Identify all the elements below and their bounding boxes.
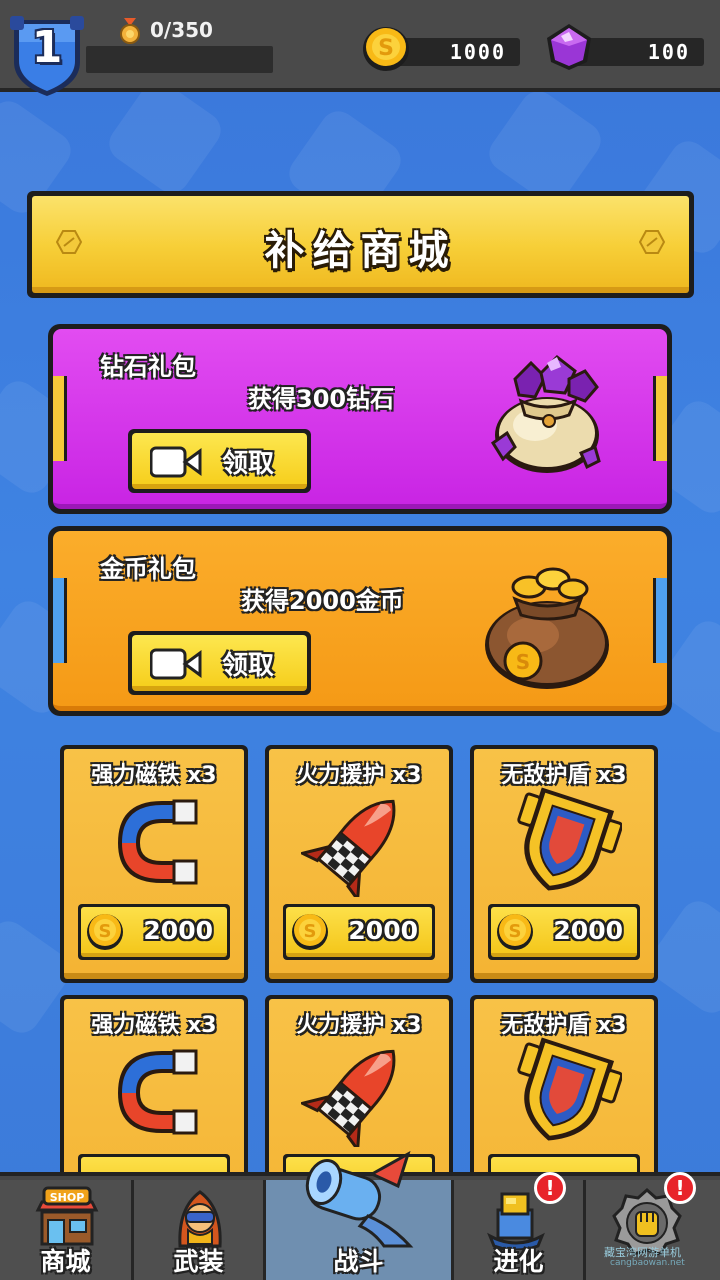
panel-right-tab bbox=[653, 376, 667, 461]
claim-button-label: 领取 bbox=[222, 449, 275, 479]
nav-tab-shop[interactable]: SHOP 商城 bbox=[0, 1180, 134, 1280]
item-price: 2000 bbox=[553, 916, 623, 945]
player-level: 1 bbox=[31, 22, 63, 73]
xp-progress-text: 0/350 bbox=[150, 18, 213, 42]
panel-left-tab bbox=[53, 376, 67, 461]
item-card-rocket[interactable]: 火力援护 x3 S 2000 bbox=[265, 745, 453, 983]
nav-tab-armory[interactable]: 武装 bbox=[134, 1180, 266, 1280]
claim-button-label: 领取 bbox=[222, 651, 275, 681]
top-bar: 1 0/350 1000 S 100 bbox=[0, 0, 720, 96]
battle-icon bbox=[305, 1150, 414, 1248]
video-ad-icon bbox=[150, 648, 202, 680]
hex-bolt-right-icon bbox=[639, 230, 665, 254]
xp-progress-bar bbox=[86, 46, 273, 73]
nav-tab-evolve[interactable]: ! 进化 bbox=[454, 1172, 586, 1280]
shop-title-banner: 补给商城 bbox=[27, 191, 694, 298]
gold-coin-icon: S bbox=[87, 914, 123, 950]
diamond-gift-panel: 钻石礼包 获得300钻石 领取 bbox=[48, 324, 672, 514]
evolve-alert-badge: ! bbox=[534, 1172, 566, 1204]
video-ad-icon bbox=[150, 446, 202, 478]
item-name: 强力磁铁 x3 bbox=[91, 1013, 217, 1038]
buy-button[interactable]: S 2000 bbox=[78, 904, 230, 960]
page-title: 补给商城 bbox=[264, 228, 457, 274]
svg-text:S: S bbox=[509, 921, 522, 942]
shop-sign-text: SHOP bbox=[50, 1191, 85, 1204]
item-name: 强力磁铁 x3 bbox=[91, 763, 217, 788]
claim-gold-button[interactable]: 领取 bbox=[128, 631, 311, 695]
shop-icon: SHOP bbox=[35, 1186, 99, 1246]
item-card-shield[interactable]: 无敌护盾 x3 S 2000 bbox=[470, 745, 658, 983]
item-name: 火力援护 x3 bbox=[296, 763, 422, 788]
nav-label: 进化 bbox=[493, 1247, 544, 1276]
upgrade-alert-badge: ! bbox=[664, 1172, 696, 1204]
item-price: 2000 bbox=[348, 916, 418, 945]
rocket-icon bbox=[301, 799, 396, 897]
gold-coin-icon: S bbox=[363, 27, 409, 71]
nav-label: 战斗 bbox=[333, 1247, 384, 1276]
gift-description: 获得2000金币 bbox=[241, 587, 404, 615]
item-price: 2000 bbox=[143, 916, 213, 945]
gem-icon bbox=[547, 24, 591, 70]
gift-title: 钻石礼包 bbox=[100, 353, 196, 381]
watermark-url: cangbaowan.net bbox=[610, 1258, 685, 1268]
gift-description: 获得300钻石 bbox=[248, 385, 395, 413]
svg-text:S: S bbox=[516, 650, 530, 674]
gold-coin-icon: S bbox=[292, 914, 328, 950]
item-name: 无敌护盾 x3 bbox=[501, 763, 627, 788]
claim-diamond-button[interactable]: 领取 bbox=[128, 429, 311, 493]
diamond-bag-icon bbox=[490, 355, 601, 473]
buy-button[interactable]: S 2000 bbox=[488, 904, 640, 960]
nav-tab-battle[interactable]: 战斗 bbox=[266, 1150, 454, 1280]
gold-bag-icon: S bbox=[485, 567, 609, 689]
gift-title: 金币礼包 bbox=[100, 555, 196, 583]
svg-text:S: S bbox=[99, 921, 112, 942]
panel-left-tab bbox=[53, 578, 67, 663]
gold-gift-panel: 金币礼包 获得2000金币 领取 S bbox=[48, 526, 672, 716]
buy-button[interactable]: S 2000 bbox=[283, 904, 435, 960]
item-name: 无敌护盾 x3 bbox=[501, 1013, 627, 1038]
panel-right-tab bbox=[653, 578, 667, 663]
nav-label: 商城 bbox=[40, 1247, 91, 1276]
shield-icon bbox=[517, 1037, 622, 1141]
xp-medal-icon bbox=[120, 18, 140, 44]
shield-icon bbox=[517, 787, 622, 891]
magnet-icon bbox=[118, 799, 198, 885]
svg-text:S: S bbox=[304, 921, 317, 942]
item-name: 火力援护 x3 bbox=[296, 1013, 422, 1038]
nav-label: 武装 bbox=[173, 1247, 224, 1276]
item-card-magnet[interactable]: 强力磁铁 x3 S 2000 bbox=[60, 745, 248, 983]
svg-text:S: S bbox=[378, 36, 394, 61]
hero-icon bbox=[178, 1190, 222, 1248]
magnet-icon bbox=[118, 1049, 198, 1135]
gold-coin-icon: S bbox=[497, 914, 533, 950]
rocket-icon bbox=[301, 1049, 396, 1147]
